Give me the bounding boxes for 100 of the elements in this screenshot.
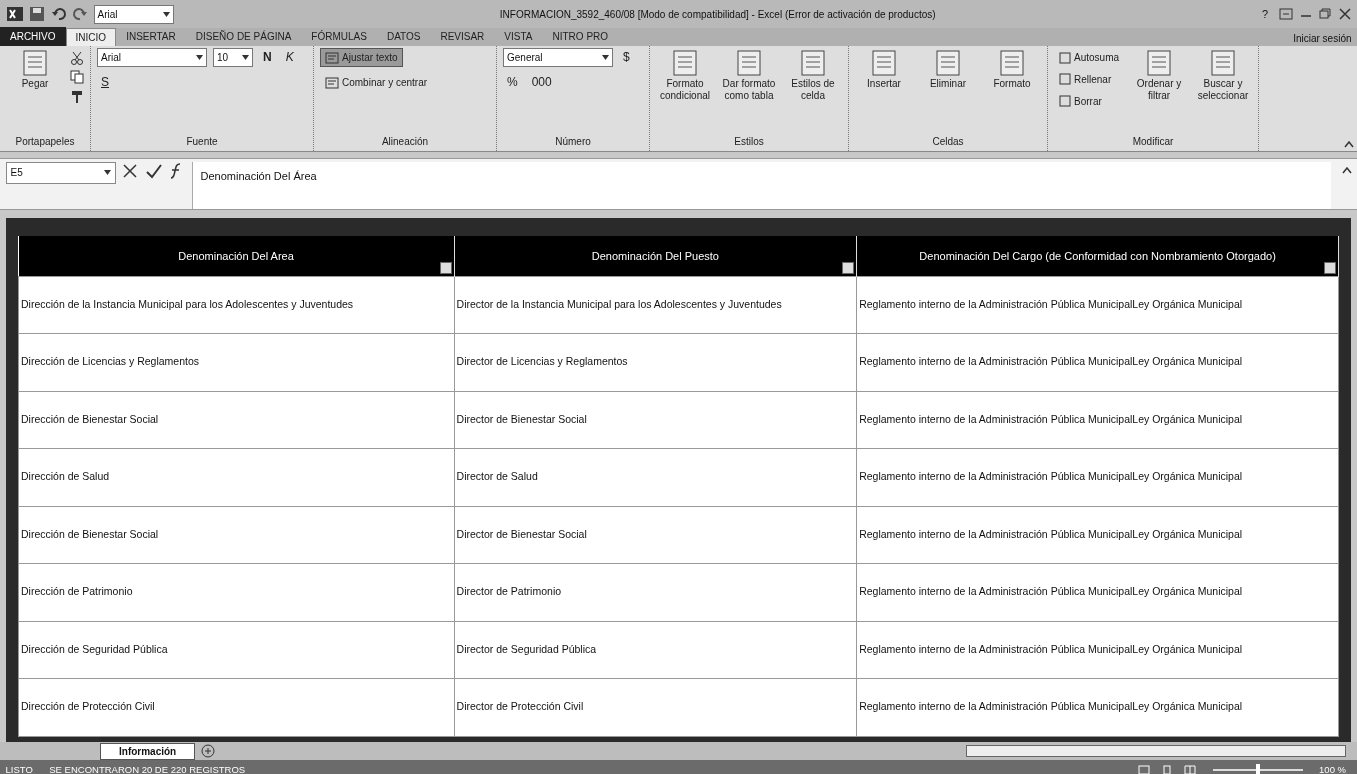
file-menu-tab[interactable]: ARCHIVO — [0, 27, 66, 46]
sign-in-link[interactable]: Iniciar sesión — [1293, 31, 1352, 46]
format-button[interactable]: N — [259, 48, 276, 66]
ribbon-button[interactable]: Pegar — [6, 48, 64, 90]
group-label: Celdas — [931, 135, 965, 149]
table-cell: Reglamento interno de la Administración Pública MunicipalLey Orgánica Municipal — [856, 506, 1339, 564]
table-cell: Dirección de Seguridad Pública — [18, 621, 455, 679]
ribbon-tab[interactable]: REVISAR — [430, 27, 495, 46]
table-cell: Director de Licencias y Reglamentos — [454, 333, 857, 391]
ribbon-button[interactable]: Autosuma — [1054, 48, 1125, 67]
group-label: Fuente — [185, 135, 219, 149]
sheet-icon — [997, 48, 1027, 78]
restore-icon[interactable] — [1318, 8, 1332, 20]
table-cell: Dirección de Bienestar Social — [18, 391, 455, 449]
paintbrush-icon[interactable] — [70, 89, 84, 104]
ribbon-tab[interactable]: NITRO PRO — [542, 27, 619, 46]
format-button[interactable]: K — [281, 48, 298, 66]
ribbon-button[interactable]: Ordenar y filtrar — [1130, 48, 1189, 101]
scissors-icon[interactable] — [70, 50, 84, 65]
ribbon-display-icon[interactable] — [1279, 8, 1293, 20]
zoom-slider-thumb[interactable] — [1255, 764, 1260, 774]
ribbon-tab[interactable]: INSERTAR — [116, 27, 186, 46]
status-message: SE ENCONTRARON 20 DE 220 REGISTROS — [49, 762, 246, 774]
table-cell: Reglamento interno de la Administración Pública MunicipalLey Orgánica Municipal — [856, 563, 1339, 621]
table-cell: Director de Bienestar Social — [454, 391, 857, 449]
ribbon-tab[interactable]: VISTA — [494, 27, 543, 46]
format-button[interactable]: 000 — [527, 73, 556, 91]
column-header[interactable]: Denominación Del Area — [18, 236, 455, 276]
dropdown-arrow-icon[interactable] — [162, 11, 170, 17]
dropdown-arrow-icon[interactable] — [196, 55, 203, 60]
ribbon-tab[interactable]: DATOS — [376, 27, 431, 46]
page-layout-icon[interactable] — [1161, 765, 1174, 774]
table-cell: Director de Protección Civil — [454, 678, 857, 736]
table-cell: Reglamento interno de la Administración Pública MunicipalLey Orgánica Municipal — [856, 621, 1339, 679]
filter-button[interactable] — [1324, 261, 1336, 274]
wrap-icon — [325, 51, 339, 64]
table-cell: Reglamento interno de la Administración Pública MunicipalLey Orgánica Municipal — [856, 333, 1339, 391]
undo-icon[interactable] — [50, 6, 67, 22]
ribbon-toggle-button[interactable]: Ajustar texto — [320, 48, 403, 67]
ribbon-button[interactable]: Buscar y seleccionar — [1194, 48, 1253, 101]
dropdown-arrow-icon[interactable] — [602, 55, 609, 60]
format-button[interactable]: S — [97, 73, 113, 91]
dropdown-field[interactable]: Arial — [97, 48, 207, 67]
sheet-icon — [869, 48, 899, 78]
cancel-icon[interactable] — [121, 161, 139, 180]
table-cell: Director de la Instancia Municipal para los Adolescentes y Juventudes — [454, 276, 857, 334]
group-label: Estilos — [733, 135, 765, 149]
format-button[interactable]: % — [503, 73, 522, 91]
dropdown-arrow-icon[interactable] — [103, 170, 111, 176]
group-label: Número — [554, 135, 592, 149]
filter-button[interactable] — [439, 261, 452, 274]
dropdown-arrow-icon[interactable] — [242, 55, 249, 60]
formula-field[interactable]: Denominación Del Área — [191, 161, 1331, 209]
ribbon-button[interactable]: Estilos de celda — [784, 48, 842, 101]
help-button[interactable]: ? — [1261, 5, 1268, 23]
horizontal-scrollbar[interactable] — [966, 745, 1346, 757]
ribbon-button[interactable]: Insertar — [855, 48, 913, 90]
name-box[interactable]: E5 — [5, 161, 116, 184]
ribbon-tab[interactable]: FÓRMULAS — [301, 27, 377, 46]
table-cell: Director de Bienestar Social — [454, 506, 857, 564]
page-break-icon[interactable] — [1184, 765, 1197, 774]
close-icon[interactable] — [1337, 8, 1352, 20]
table-cell: Dirección de Patrimonio — [18, 563, 455, 621]
table-cell: Reglamento interno de la Administración Pública MunicipalLey Orgánica Municipal — [856, 391, 1339, 449]
ribbon-button[interactable]: Borrar — [1054, 91, 1125, 111]
normal-view-icon[interactable] — [1138, 765, 1151, 774]
ribbon-toggle-button[interactable]: Combinar y centrar — [320, 73, 433, 92]
sheet-icon — [933, 48, 963, 78]
zoom-level: 100 % — [1319, 762, 1346, 774]
ribbon-tab[interactable]: DISEÑO DE PÁGINA — [185, 27, 302, 46]
format-button[interactable]: $ — [619, 48, 634, 66]
column-header[interactable]: Denominación Del Puesto — [454, 236, 857, 276]
filter-button[interactable] — [842, 261, 855, 274]
save-icon[interactable] — [29, 6, 45, 22]
excel-logo-icon — [5, 6, 24, 22]
ribbon-button[interactable]: Formato — [983, 48, 1041, 90]
redo-icon[interactable] — [72, 6, 88, 22]
group-label: Portapapeles — [14, 135, 76, 149]
font-field[interactable]: Arial — [93, 4, 174, 24]
table-cell: Reglamento interno de la Administración Pública MunicipalLey Orgánica Municipal — [856, 276, 1339, 334]
ribbon-button[interactable]: Rellenar — [1054, 69, 1125, 89]
ribbon-button[interactable]: Dar formato como tabla — [720, 48, 778, 101]
collapse-ribbon-icon[interactable] — [1344, 141, 1355, 149]
copy-icon[interactable] — [70, 70, 84, 85]
collapse-formula-icon[interactable] — [1341, 167, 1352, 175]
table-cell: Reglamento interno de la Administración Pública MunicipalLey Orgánica Municipal — [856, 678, 1339, 736]
sheet-tab[interactable]: Información — [100, 742, 196, 760]
table-cell: Director de Seguridad Pública — [454, 621, 857, 679]
sheet-icon — [20, 48, 50, 78]
table-cell: Dirección de la Instancia Municipal para los Adolescentes y Juventudes — [18, 276, 455, 334]
ribbon-button[interactable]: Eliminar — [919, 48, 977, 90]
size-field[interactable]: 10 — [213, 48, 253, 67]
group-label: Modificar — [1131, 135, 1175, 149]
add-sheet-icon[interactable] — [200, 744, 215, 758]
ribbon-button[interactable]: Formato condicional — [656, 48, 714, 101]
dropdown-field[interactable]: General — [503, 48, 613, 67]
window-title: INFORMACION_3592_460/08 [Modo de compatibilidad] - Excel (Error de activación de productos) — [498, 7, 937, 22]
column-header[interactable]: Denominación Del Cargo (de Conformidad con Nombramiento Otorgado) — [856, 236, 1339, 276]
table-cell: Dirección de Salud — [18, 448, 455, 506]
ribbon-tab[interactable]: INICIO — [65, 28, 117, 46]
